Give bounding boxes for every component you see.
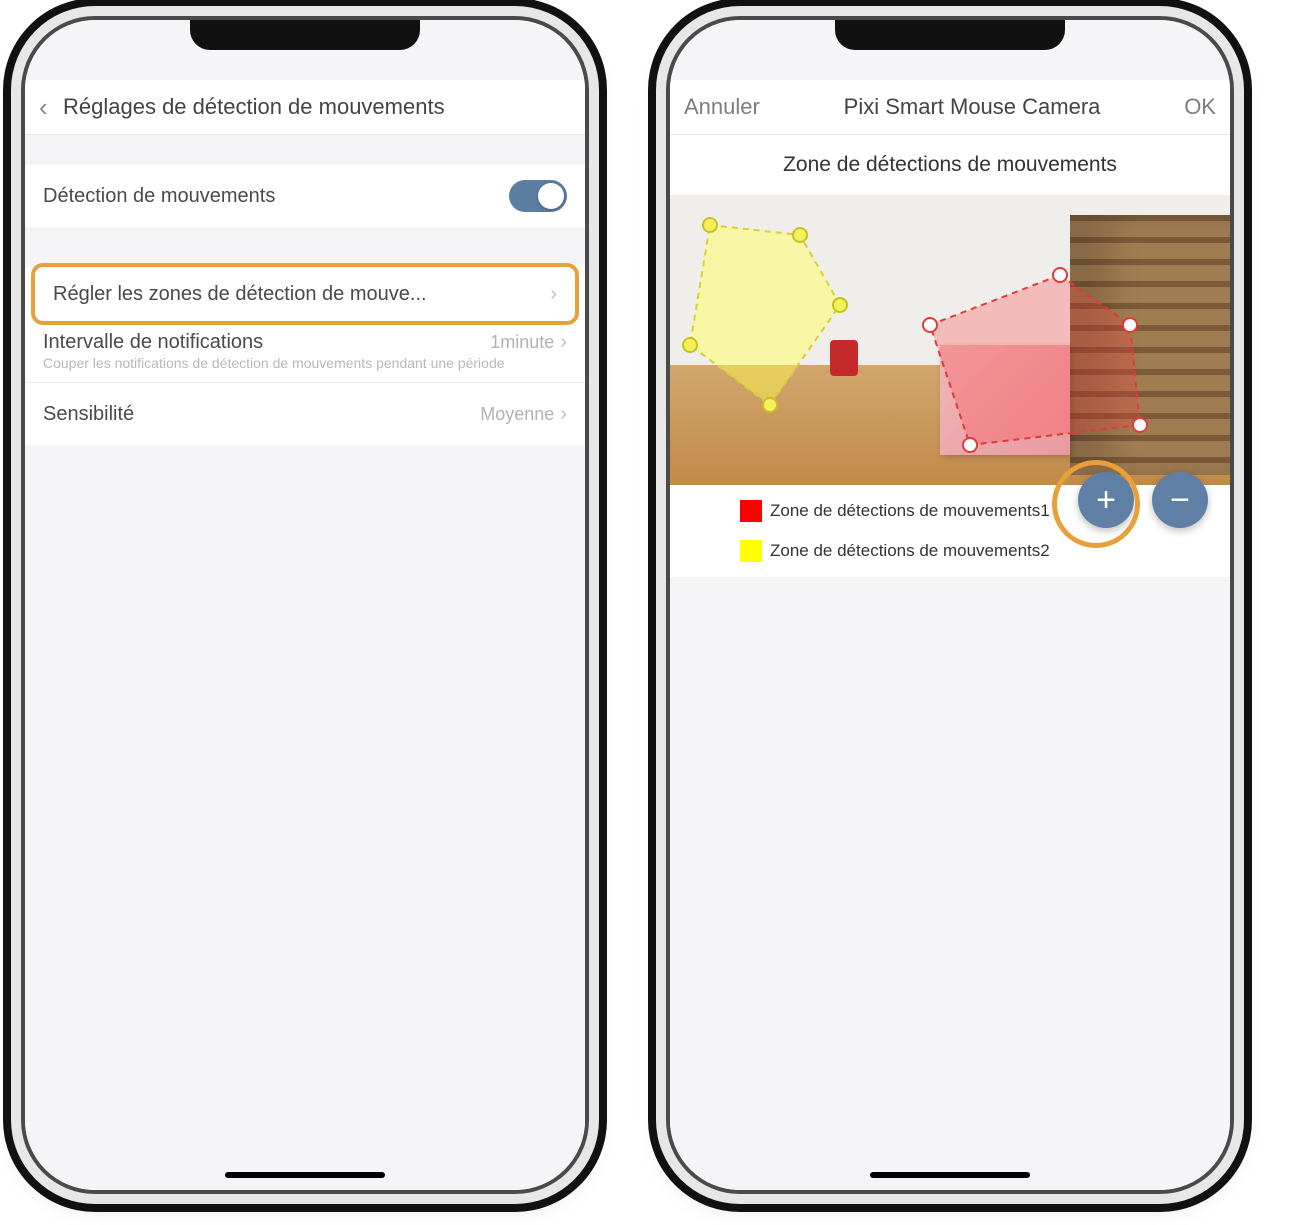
back-icon[interactable]: ‹ — [39, 92, 63, 123]
row-label: Intervalle de notifications — [43, 331, 490, 354]
home-indicator — [870, 1172, 1030, 1178]
zone-legend-item[interactable]: Zone de détections de mouvements2 — [670, 531, 1230, 571]
empty-area — [670, 577, 1230, 1190]
phone-left: ‹ Réglages de détection de mouvements Dé… — [25, 20, 585, 1190]
camera-preview[interactable] — [670, 195, 1230, 485]
row-motion-detection[interactable]: Détection de mouvements — [25, 165, 585, 227]
ok-button[interactable]: OK — [1184, 94, 1216, 120]
row-label: Détection de mouvements — [43, 185, 509, 208]
chevron-right-icon: › — [560, 403, 567, 426]
section-toggle: Détection de mouvements — [25, 165, 585, 227]
row-value: 1minute — [490, 332, 554, 353]
row-label: Sensibilité — [43, 403, 480, 426]
chevron-right-icon: › — [560, 331, 567, 354]
section-options: Régler les zones de détection de mouve..… — [25, 267, 585, 445]
notch — [835, 20, 1065, 50]
remove-zone-button[interactable]: − — [1152, 472, 1208, 528]
zone-color-swatch — [740, 540, 762, 562]
cancel-button[interactable]: Annuler — [684, 94, 760, 120]
screen-settings: ‹ Réglages de détection de mouvements Dé… — [25, 20, 585, 1190]
section-title: Zone de détections de mouvements — [670, 135, 1230, 195]
row-subtitle: Couper les notifications de détection de… — [43, 354, 505, 372]
row-label: Régler les zones de détection de mouve..… — [53, 283, 550, 306]
page-title: Réglages de détection de mouvements — [63, 94, 571, 120]
phone-right: Annuler Pixi Smart Mouse Camera OK Zone … — [670, 20, 1230, 1190]
notch — [190, 20, 420, 50]
row-notification-interval[interactable]: Intervalle de notifications 1minute › Co… — [25, 321, 585, 383]
zone-color-swatch — [740, 500, 762, 522]
row-value: Moyenne — [480, 404, 554, 425]
zone-label: Zone de détections de mouvements1 — [770, 501, 1050, 521]
highlight-circle-icon — [1052, 460, 1140, 548]
zone-polygon-2[interactable] — [670, 195, 1230, 485]
row-sensitivity[interactable]: Sensibilité Moyenne › — [25, 383, 585, 445]
home-indicator — [225, 1172, 385, 1178]
chevron-right-icon: › — [550, 283, 557, 306]
header-bar: ‹ Réglages de détection de mouvements — [25, 80, 585, 135]
toggle-on-icon[interactable] — [509, 180, 567, 212]
screen-zones: Annuler Pixi Smart Mouse Camera OK Zone … — [670, 20, 1230, 1190]
row-set-zones[interactable]: Régler les zones de détection de mouve..… — [31, 263, 579, 325]
empty-area — [25, 445, 585, 1190]
zone-label: Zone de détections de mouvements2 — [770, 541, 1050, 561]
page-title: Pixi Smart Mouse Camera — [844, 94, 1101, 120]
header-bar: Annuler Pixi Smart Mouse Camera OK — [670, 80, 1230, 135]
